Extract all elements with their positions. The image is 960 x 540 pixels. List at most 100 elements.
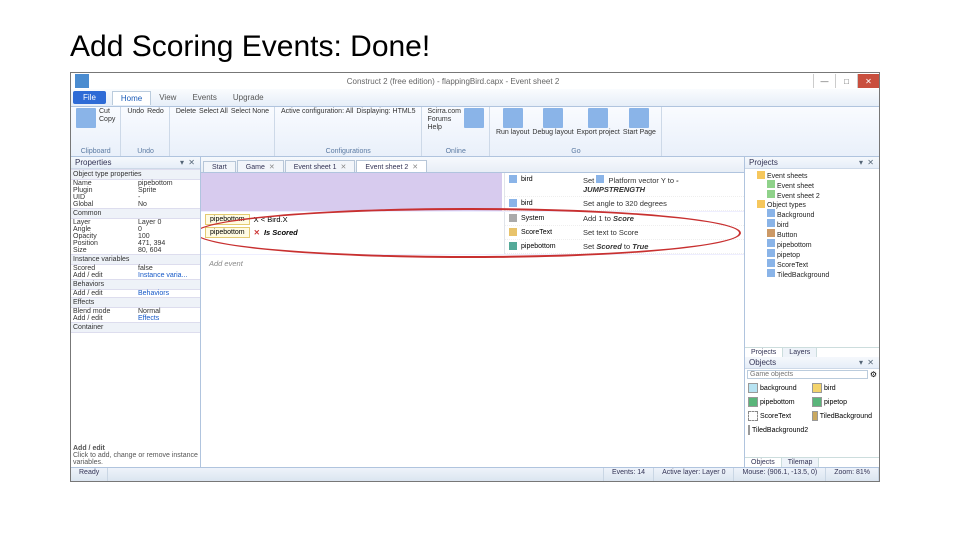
prop-addedit-effects[interactable]: Effects: [138, 315, 198, 322]
object-icon: [767, 249, 775, 257]
document-tabs: Start Game✕ Event sheet 1✕ Event sheet 2…: [201, 157, 744, 173]
tab-objects[interactable]: Objects: [745, 458, 782, 467]
forums-link[interactable]: Forums: [427, 116, 462, 123]
object-item[interactable]: ScoreText: [748, 411, 808, 421]
selectnone-button[interactable]: Select None: [230, 108, 270, 115]
tab-eventsheet1[interactable]: Event sheet 1✕: [285, 160, 356, 172]
file-menu[interactable]: File: [73, 91, 106, 104]
redo-button[interactable]: Redo: [146, 108, 165, 115]
properties-pin[interactable]: ▾ ✕: [180, 158, 196, 167]
scirra-link[interactable]: Scirra.com: [427, 108, 462, 115]
propgroup-container: Container: [71, 322, 200, 333]
objects-grid: background bird pipebottom pipetop Score…: [745, 380, 879, 457]
object-icon: [767, 229, 775, 237]
tab-events[interactable]: Events: [184, 91, 224, 104]
export-button[interactable]: Export project: [576, 129, 621, 136]
propgroup-objecttype: Object type properties: [71, 169, 200, 180]
close-icon[interactable]: ✕: [269, 164, 275, 171]
folder-icon: [757, 200, 765, 208]
delete-button[interactable]: Delete: [175, 108, 197, 115]
pipe-icon: [509, 242, 517, 250]
tab-tilemap[interactable]: Tilemap: [782, 458, 820, 467]
ribbon: CutCopyClipboard UndoRedoUndo DeleteSele…: [71, 107, 879, 157]
active-config[interactable]: Active configuration: All: [280, 108, 354, 115]
copy-button[interactable]: Copy: [98, 116, 116, 123]
event-action[interactable]: ScoreTextSet text to Score: [505, 226, 744, 240]
prop-addedit-behaviors[interactable]: Behaviors: [138, 290, 198, 297]
group-undo: Undo: [126, 148, 164, 156]
help-link[interactable]: Help: [427, 124, 462, 131]
system-icon: [509, 214, 517, 222]
object-icon: [767, 219, 775, 227]
objects-search[interactable]: [747, 370, 868, 379]
event-sheet[interactable]: birdSet Platform vector Y to -JUMPSTRENG…: [201, 173, 744, 467]
slide-title: Add Scoring Events: Done!: [70, 30, 920, 64]
run-icon: [503, 108, 523, 128]
undo-button[interactable]: Undo: [126, 108, 145, 115]
close-icon[interactable]: ✕: [412, 164, 418, 171]
tab-upgrade[interactable]: Upgrade: [225, 91, 272, 104]
object-item[interactable]: TiledBackground: [812, 411, 872, 421]
object-icon: [767, 269, 775, 277]
window-title: Construct 2 (free edition) - flappingBir…: [93, 77, 813, 86]
debug-button[interactable]: Debug layout: [531, 129, 574, 136]
event-action[interactable]: SystemAdd 1 to Score: [505, 212, 744, 226]
startpage-button[interactable]: Start Page: [622, 129, 657, 136]
display-config[interactable]: Displaying: HTML5: [355, 108, 416, 115]
status-bar: Ready Events: 14 Active layer: Layer 0 M…: [71, 467, 879, 481]
folder-icon: [757, 171, 765, 179]
gear-icon[interactable]: ⚙: [870, 370, 877, 379]
status-mouse: Mouse: (906.1, -13.5, 0): [734, 468, 826, 481]
propgroup-behaviors: Behaviors: [71, 279, 200, 290]
project-tree[interactable]: Event sheets Event sheet Event sheet 2 O…: [745, 169, 879, 347]
tab-layers[interactable]: Layers: [783, 348, 817, 357]
store-icon: [464, 108, 484, 128]
tab-game[interactable]: Game✕: [237, 160, 284, 172]
objects-header: Objects: [749, 358, 776, 367]
bird-icon: [509, 175, 517, 183]
construct2-window: Construct 2 (free edition) - flappingBir…: [70, 72, 880, 482]
projects-pin[interactable]: ▾ ✕: [859, 158, 875, 167]
propgroup-instancevars: Instance variables: [71, 254, 200, 265]
sheet-icon: [767, 180, 775, 188]
tab-start[interactable]: Start: [203, 161, 236, 172]
prop-addedit-vars[interactable]: Instance varia...: [138, 272, 198, 279]
object-item[interactable]: TiledBackground2: [748, 425, 808, 435]
event-action[interactable]: birdSet angle to 320 degrees: [505, 197, 744, 211]
maximize-button[interactable]: □: [835, 74, 857, 88]
object-item[interactable]: pipetop: [812, 397, 872, 407]
cut-button[interactable]: Cut: [98, 108, 116, 115]
tab-eventsheet2[interactable]: Event sheet 2✕: [356, 160, 427, 172]
object-item[interactable]: background: [748, 383, 808, 393]
prop-name[interactable]: pipebottom: [138, 180, 198, 187]
sheet-icon: [767, 190, 775, 198]
objects-pin[interactable]: ▾ ✕: [859, 358, 875, 367]
minimize-button[interactable]: —: [813, 74, 835, 88]
event-action[interactable]: birdSet Platform vector Y to -JUMPSTRENG…: [505, 173, 744, 197]
projects-header: Projects: [749, 158, 778, 167]
close-icon[interactable]: ✕: [341, 164, 347, 171]
tab-view[interactable]: View: [151, 91, 184, 104]
cond-object[interactable]: pipebottom: [205, 227, 250, 238]
status-layer: Active layer: Layer 0: [654, 468, 734, 481]
event-condition[interactable]: pipebottomX < Bird.X pipebottom✕Is Score…: [201, 212, 504, 254]
event-condition[interactable]: [201, 173, 502, 211]
group-online: Online: [427, 148, 485, 156]
cond-object[interactable]: pipebottom: [205, 214, 250, 225]
menubar: File Home View Events Upgrade: [71, 89, 879, 107]
group-go: Go: [495, 148, 657, 156]
object-item[interactable]: bird: [812, 383, 872, 393]
properties-hint: Add / editClick to add, change or remove…: [71, 444, 200, 467]
event-action[interactable]: pipebottomSet Scored to True: [505, 240, 744, 254]
run-button[interactable]: Run layout: [495, 129, 530, 136]
object-icon: [767, 209, 775, 217]
tab-projects[interactable]: Projects: [745, 348, 783, 357]
tab-home[interactable]: Home: [112, 91, 151, 105]
add-event-link[interactable]: Add event: [201, 255, 744, 272]
close-button[interactable]: ✕: [857, 74, 879, 88]
object-item[interactable]: pipebottom: [748, 397, 808, 407]
properties-header: Properties: [75, 158, 111, 167]
bird-icon: [509, 199, 517, 207]
selectall-button[interactable]: Select All: [198, 108, 229, 115]
paste-icon: [76, 108, 96, 128]
